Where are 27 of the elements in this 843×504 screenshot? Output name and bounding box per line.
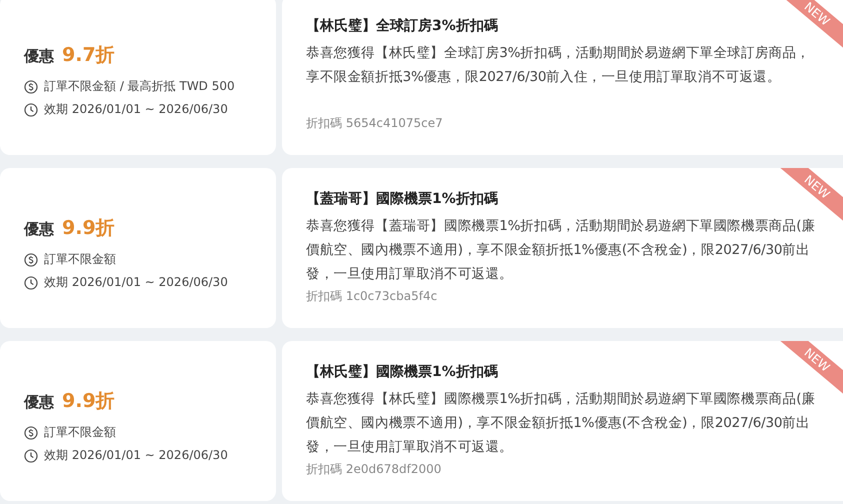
discount-value: 9.7折 [62, 43, 115, 68]
coupon-title: 【林氏璧】國際機票1%折扣碼 [306, 363, 498, 381]
order-limit-text: 訂單不限金額 [44, 251, 116, 268]
dollar-icon [24, 252, 38, 266]
coupon-code: 折扣碼 1c0c73cba5f4c [306, 288, 438, 305]
dollar-icon [24, 426, 38, 440]
order-limit-text: 訂單不限金額 [44, 424, 116, 441]
dollar-icon [24, 80, 38, 94]
discount-value: 9.9折 [62, 216, 115, 241]
clock-icon [24, 102, 38, 116]
validity-text: 效期 2026/01/01 ~ 2026/06/30 [44, 274, 228, 291]
order-limit-text: 訂單不限金額 / 最高折抵 TWD 500 [44, 78, 235, 95]
discount-value: 9.9折 [62, 389, 115, 414]
coupon-code: 折扣碼 2e0d678df2000 [306, 461, 442, 478]
offer-label: 優惠 [24, 47, 54, 66]
clock-icon [24, 276, 38, 290]
coupon-description: 恭喜您獲得【林氏璧】全球訂房3%折扣碼，活動期間於易遊網下單全球訂房商品，享不限金額折抵3%優惠，限2027/6/30前入住，一旦使用訂單取消不可返還。 [306, 44, 812, 87]
offer-label: 優惠 [24, 393, 54, 412]
clock-icon [24, 448, 38, 462]
validity-text: 效期 2026/01/01 ~ 2026/06/30 [44, 447, 228, 464]
offer-label: 優惠 [24, 220, 54, 239]
coupon-code: 折扣碼 5654c41075ce7 [306, 115, 443, 132]
coupon-description: 恭喜您獲得【林氏璧】國際機票1%折扣碼，活動期間於易遊網下單國際機票商品(廉價航空、國內機票不適用)，享不限金額折抵1%優惠(不含稅金)，限2027/6/30前出發，一旦使用訂單取消不可返還。 [306, 390, 816, 457]
coupon-title: 【林氏璧】全球訂房3%折扣碼 [306, 17, 498, 35]
validity-text: 效期 2026/01/01 ~ 2026/06/30 [44, 101, 228, 118]
coupon-description: 恭喜您獲得【蓋瑞哥】國際機票1%折扣碼，活動期間於易遊網下單國際機票商品(廉價航空、國內機票不適用)，享不限金額折抵1%優惠(不含稅金)，限2027/6/30前出發，一旦使用訂單取消不可返還。 [306, 217, 816, 284]
coupon-title: 【蓋瑞哥】國際機票1%折扣碼 [306, 190, 498, 208]
